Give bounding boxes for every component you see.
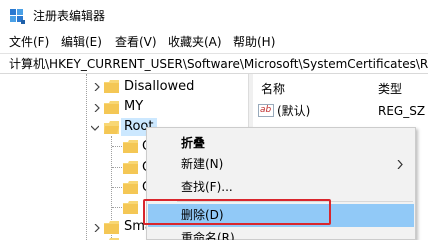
context-menu-collapse[interactable]: 折叠 (148, 132, 414, 155)
context-menu-label: 折叠 (181, 136, 206, 150)
menu-view[interactable]: 查看(V) (115, 34, 157, 50)
folder-icon (104, 101, 119, 114)
tree-guide-line (112, 207, 122, 208)
registry-editor-app-icon (10, 9, 25, 24)
tree-guide-line (112, 167, 122, 168)
submenu-arrow-icon (397, 160, 403, 169)
value-type[interactable]: REG_SZ (378, 103, 425, 119)
column-header-name[interactable]: 名称 (261, 81, 285, 97)
open-folder-icon (104, 121, 119, 134)
address-bar[interactable]: 计算机\HKEY_CURRENT_USER\Software\Microsoft… (0, 53, 428, 74)
window-title: 注册表编辑器 (33, 9, 106, 23)
context-menu-find[interactable]: 查找(F)... (148, 176, 414, 199)
context-menu-label: 新建(N) (181, 157, 224, 171)
menu-help[interactable]: 帮助(H) (233, 34, 275, 50)
menu-bar: 文件(F) 编辑(E) 查看(V) 收藏夹(A) 帮助(H) (0, 31, 428, 53)
menu-favorites[interactable]: 收藏夹(A) (168, 34, 222, 50)
tree-item-disallowed[interactable]: Disallowed (124, 79, 194, 95)
chevron-down-icon[interactable] (91, 124, 99, 132)
context-menu-label: 查找(F)... (181, 180, 233, 194)
context-menu-new[interactable]: 新建(N) (148, 153, 414, 176)
folder-icon (104, 221, 119, 234)
address-path[interactable]: 计算机\HKEY_CURRENT_USER\Software\Microsoft… (9, 56, 428, 72)
tree-guide-line (86, 74, 87, 240)
column-header-type[interactable]: 类型 (378, 81, 402, 97)
value-name[interactable]: (默认) (277, 103, 310, 119)
tree-guide-line (112, 187, 122, 188)
menu-edit[interactable]: 编辑(E) (61, 34, 102, 50)
tree-guide-line (112, 146, 122, 147)
menu-file[interactable]: 文件(F) (9, 34, 49, 50)
folder-icon (123, 181, 138, 194)
folder-icon (123, 161, 138, 174)
ab-string-icon: ab (258, 104, 274, 117)
folder-icon (104, 80, 119, 93)
folder-icon (123, 140, 138, 153)
context-menu-rename[interactable]: 重命名(R) (148, 227, 414, 240)
title-bar: 注册表编辑器 (0, 0, 428, 31)
annotation-highlight-box (143, 199, 331, 225)
chevron-right-icon[interactable] (93, 83, 101, 91)
chevron-right-icon[interactable] (93, 224, 101, 232)
folder-icon (123, 201, 138, 214)
context-menu-label: 重命名(R) (181, 231, 235, 240)
tree-item-my[interactable]: MY (124, 99, 143, 115)
chevron-right-icon[interactable] (93, 104, 101, 112)
